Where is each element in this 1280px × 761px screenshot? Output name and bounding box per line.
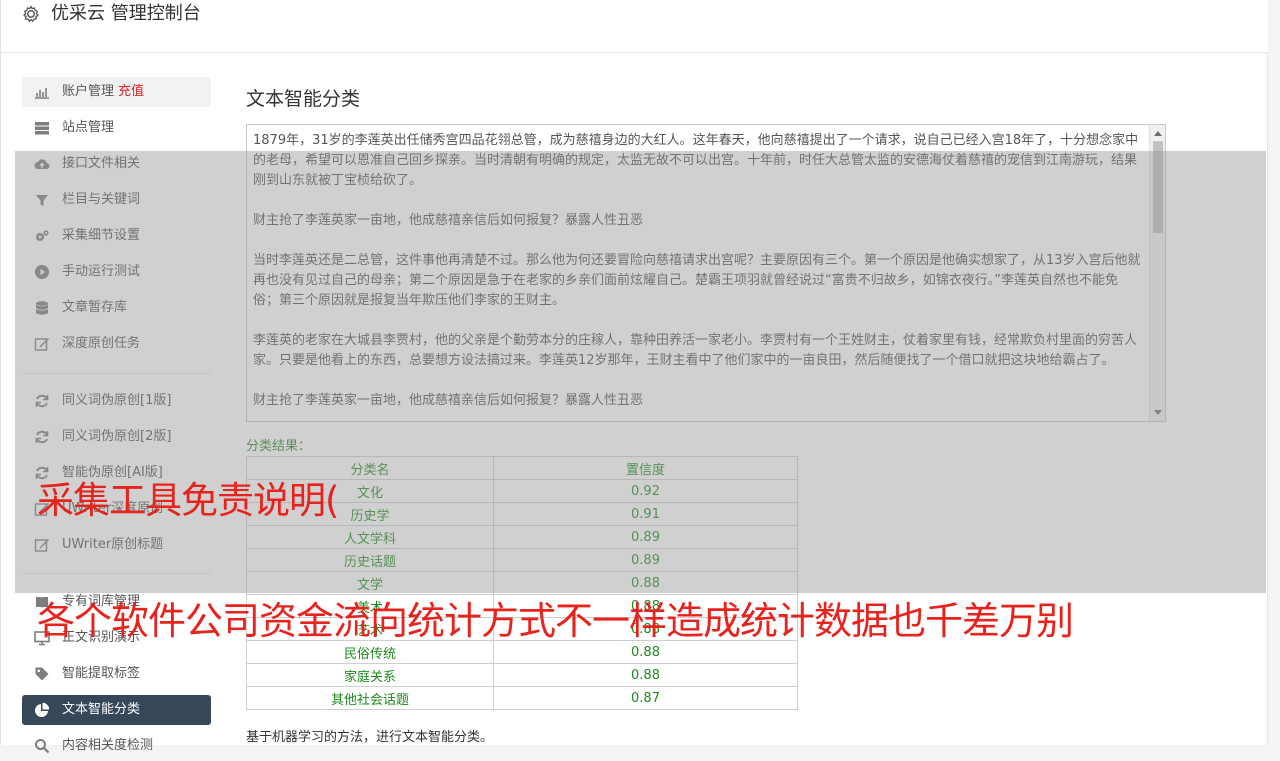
scroll-up-arrow-icon[interactable] <box>1154 131 1162 136</box>
statistics-banner: 各个软件公司资金流向统计方式不一样造成统计数据也千差万别 <box>37 599 1074 643</box>
method-description: 基于机器学习的方法，进行文本智能分类。 <box>246 730 494 745</box>
sidebar-item-extract-tags[interactable]: 智能提取标签 <box>22 659 211 689</box>
sidebar-item-label: 文本智能分类 <box>62 702 141 717</box>
top-bar: 优采云 管理控制台 <box>1 0 1269 53</box>
table-row: 其他社会话题 0.87 <box>246 686 798 710</box>
category-cell: 家庭关系 <box>246 663 494 687</box>
gear-icon <box>23 5 39 22</box>
sidebar-item-label: 智能提取标签 <box>62 666 141 681</box>
disclaimer-banner: 采集工具免责说明( <box>37 479 339 522</box>
server-icon <box>35 122 49 135</box>
sidebar-item-label: 账户管理 <box>62 84 115 99</box>
search-icon <box>35 739 50 754</box>
category-cell: 其他社会话题 <box>246 686 494 710</box>
sidebar-item-label: 站点管理 <box>62 120 115 135</box>
sidebar-item-text-classify[interactable]: 文本智能分类 <box>22 695 211 725</box>
sidebar-item-label: 内容相关度检测 <box>62 738 154 753</box>
confidence-cell: 0.87 <box>493 686 798 710</box>
confidence-cell: 0.88 <box>493 663 798 687</box>
tag-icon <box>35 667 49 681</box>
bar-chart-icon <box>35 88 49 99</box>
pie-chart-icon <box>35 702 50 717</box>
page-margin <box>1268 0 1280 745</box>
recharge-link[interactable]: 充值 <box>118 84 144 99</box>
page-title: 文本智能分类 <box>246 88 361 110</box>
console-title: 优采云 管理控制台 <box>51 3 201 24</box>
table-row: 家庭关系 0.88 <box>246 663 798 687</box>
gray-overlay <box>15 151 1266 593</box>
sidebar-item-sites[interactable]: 站点管理 <box>22 113 211 143</box>
sidebar-item-account[interactable]: 账户管理 充值 <box>22 77 211 107</box>
sidebar-item-relevance-check[interactable]: 内容相关度检测 <box>22 731 211 761</box>
